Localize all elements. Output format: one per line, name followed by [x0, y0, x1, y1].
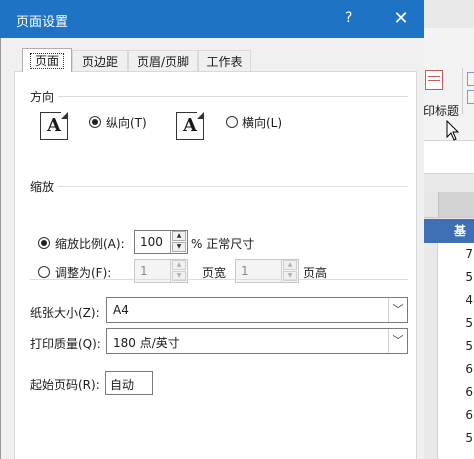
grid-cell[interactable]: 4	[465, 293, 473, 307]
chevron-down-icon[interactable]: ﹀	[388, 329, 407, 353]
pages-wide-value[interactable]: 1	[140, 264, 148, 278]
scale-percent-spinner[interactable]: 100 ▲ ▼	[134, 230, 188, 254]
landscape-label[interactable]: 横向(L)	[242, 114, 282, 131]
help-button[interactable]: ?	[345, 10, 352, 26]
spinner-buttons: ▲ ▼	[170, 231, 187, 253]
first-page-number-label: 起始页码(R):	[30, 378, 100, 392]
adjust-to-radio[interactable]	[38, 237, 50, 249]
paper-size-label: 纸张大小(Z):	[30, 306, 100, 320]
print-titles-label[interactable]: 印标题	[423, 102, 459, 119]
dialog-titlebar[interactable]: 页面设置 ? ✕	[0, 0, 424, 38]
landscape-radio[interactable]	[226, 116, 238, 128]
data-column: 7 5 4 5 5 6 6 6 5	[437, 243, 474, 459]
adjust-to-label[interactable]: 缩放比例(A):	[55, 235, 125, 252]
divider	[30, 279, 408, 280]
portrait-page-icon: A	[40, 112, 68, 140]
tab-sheet[interactable]: 工作表	[198, 50, 251, 72]
ribbon-group-icon[interactable]	[462, 68, 474, 114]
portrait-radio[interactable]	[89, 116, 101, 128]
dialog-title: 页面设置	[16, 15, 69, 30]
print-quality-value[interactable]: 180 点/英寸	[113, 334, 180, 351]
tab-margins[interactable]: 页边距	[72, 50, 128, 72]
print-quality-label: 打印质量(Q):	[30, 337, 101, 351]
mouse-cursor-icon	[446, 120, 460, 141]
print-titles-icon[interactable]	[425, 70, 443, 90]
grid-cell[interactable]: 6	[465, 385, 473, 399]
grid-cell[interactable]: 7	[465, 247, 473, 261]
orientation-heading: 方向	[30, 90, 55, 104]
paper-size-value[interactable]: A4	[113, 303, 129, 317]
normal-size-label: % 正常尺寸	[191, 237, 255, 251]
grid-cell[interactable]: 5	[465, 270, 473, 284]
fit-to-radio[interactable]	[38, 266, 50, 278]
divider	[58, 96, 408, 97]
spin-up-icon[interactable]: ▲	[172, 231, 186, 241]
print-quality-select[interactable]: 180 点/英寸 ﹀	[106, 328, 408, 354]
grid-cell[interactable]: 6	[465, 362, 473, 376]
column-header-selected[interactable]	[438, 192, 474, 217]
header-cell[interactable]: 基	[422, 219, 474, 243]
tab-page[interactable]: 页面	[22, 48, 72, 72]
portrait-label[interactable]: 纵向(T)	[106, 114, 147, 131]
spin-down-icon[interactable]: ▼	[172, 242, 186, 252]
divider	[58, 186, 408, 187]
spin-up-icon[interactable]: ▲	[283, 260, 297, 270]
grid-cell[interactable]: 5	[465, 339, 473, 353]
pages-tall-value[interactable]: 1	[241, 264, 249, 278]
page-setup-dialog: 页面设置 ? ✕ 页面 页边距 页眉/页脚 工作表 方向 A 纵向(T) A 横…	[0, 0, 424, 459]
grid-cell[interactable]: 5	[465, 316, 473, 330]
close-button[interactable]: ✕	[386, 6, 416, 32]
paper-size-select[interactable]: A4 ﹀	[106, 297, 408, 323]
first-page-number-input[interactable]: 自动	[105, 371, 153, 395]
grid-cell[interactable]: 6	[465, 408, 473, 422]
landscape-page-icon: A	[176, 112, 204, 140]
chevron-down-icon[interactable]: ﹀	[388, 298, 407, 322]
scale-percent-value[interactable]: 100	[140, 235, 163, 249]
spin-up-icon[interactable]: ▲	[172, 260, 186, 270]
grid-cell[interactable]: 5	[465, 431, 473, 445]
scaling-heading: 缩放	[30, 180, 55, 194]
tab-header-footer[interactable]: 页眉/页脚	[128, 50, 198, 72]
tab-page-label: 页面	[29, 53, 64, 69]
first-page-number-value[interactable]: 自动	[110, 376, 134, 393]
